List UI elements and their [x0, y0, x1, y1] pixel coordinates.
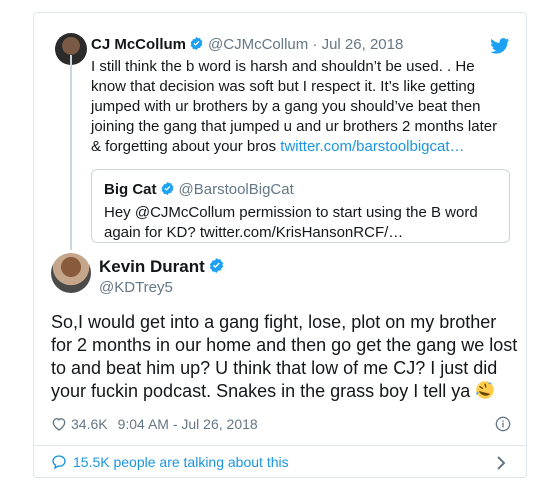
tweet-card: CJ McCollum @CJMcCollum · Jul 26, 2018 I … — [33, 12, 527, 478]
tweet-meta: 34.6K 9:04 AM - Jul 26, 2018 — [51, 416, 258, 432]
heart-icon[interactable] — [51, 416, 67, 432]
speech-bubble-icon — [52, 455, 66, 470]
twitter-bird-icon[interactable] — [490, 38, 510, 54]
timestamp[interactable]: 9:04 AM - Jul 26, 2018 — [118, 416, 258, 432]
nested-author-name[interactable]: Big Cat — [104, 181, 157, 198]
author-name-row: Kevin Durant — [99, 257, 229, 277]
rolling-laughing-emoji-icon — [476, 381, 494, 399]
chevron-right-icon[interactable] — [496, 456, 506, 470]
like-count[interactable]: 34.6K — [71, 416, 108, 432]
info-icon[interactable] — [495, 416, 511, 432]
nested-author-handle[interactable]: @BarstoolBigCat — [179, 181, 294, 198]
nested-quote-header: Big Cat @BarstoolBigCat — [104, 181, 294, 198]
quoted-tweet-text: I still think the b word is harsh and sh… — [91, 57, 511, 157]
author-handle[interactable]: @KDTrey5 — [99, 279, 173, 296]
divider — [34, 445, 526, 446]
verified-icon — [161, 181, 173, 196]
quoted-tweet-header: CJ McCollum @CJMcCollum · Jul 26, 2018 — [91, 36, 403, 53]
quoted-date[interactable]: · Jul 26, 2018 — [308, 36, 403, 53]
verified-icon — [190, 36, 203, 51]
verified-icon — [209, 258, 223, 273]
kd-avatar[interactable] — [51, 253, 91, 293]
quoted-author-handle[interactable]: @CJMcCollum — [208, 36, 308, 53]
conversation-link[interactable]: 15.5K people are talking about this — [51, 454, 289, 470]
talking-count[interactable]: 15.5K people are talking about this — [73, 454, 289, 470]
quoted-author-name[interactable]: CJ McCollum — [91, 36, 186, 53]
tweet-body: So,I would get into a gang fight, lose, … — [51, 312, 518, 401]
author-name[interactable]: Kevin Durant — [99, 257, 205, 276]
thread-line — [70, 55, 72, 250]
tweet-text: So,I would get into a gang fight, lose, … — [51, 311, 519, 403]
nested-quote-text: Hey @CJMcCollum permission to start usin… — [104, 204, 478, 241]
quoted-tweet-link[interactable]: twitter.com/barstoolbigcat… — [280, 138, 464, 155]
nested-quote[interactable]: Big Cat @BarstoolBigCat Hey @CJMcCollum p… — [91, 169, 510, 243]
